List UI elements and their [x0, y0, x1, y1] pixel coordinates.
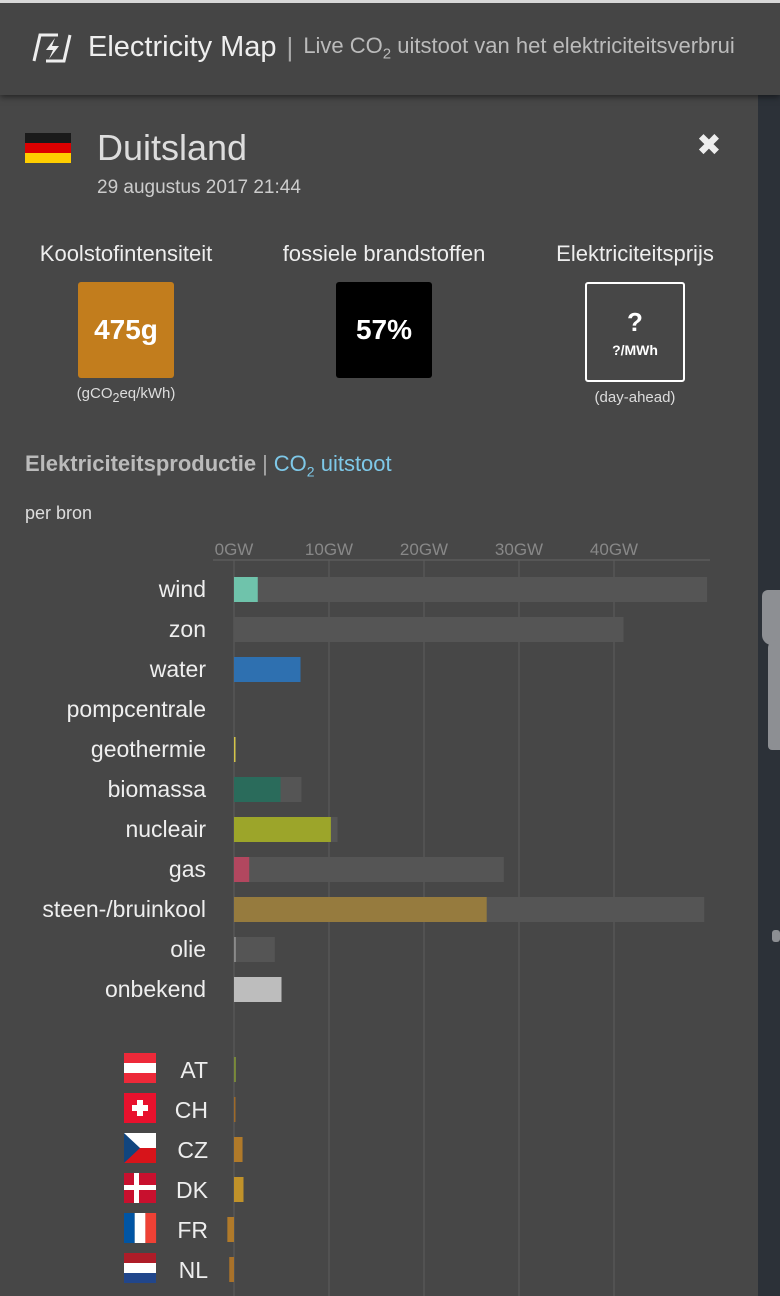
production-bar[interactable] [234, 857, 250, 882]
app-title[interactable]: Electricity Map [88, 31, 277, 64]
map-land [772, 930, 780, 942]
capacity-bar[interactable] [234, 857, 504, 882]
flag-part [124, 1063, 156, 1073]
exchange-label-fr: FR [177, 1217, 208, 1243]
exchange-bar[interactable] [227, 1217, 234, 1242]
production-bar[interactable] [234, 977, 282, 1002]
source-label-onbekend: onbekend [105, 976, 206, 1002]
at-flag-icon [124, 1053, 156, 1063]
source-label-gas: gas [169, 856, 206, 882]
source-label-olie: olie [170, 936, 206, 962]
source-label-nucleair: nucleair [125, 816, 206, 842]
exchange-bar[interactable] [234, 1097, 236, 1122]
x-tick-label: 30GW [495, 540, 543, 559]
exchange-label-at: AT [180, 1057, 208, 1083]
flag-part [124, 1185, 156, 1190]
exchange-label-nl: NL [179, 1257, 209, 1283]
flag-part [124, 1073, 156, 1083]
exchange-label-cz: CZ [177, 1137, 208, 1163]
exchange-bar[interactable] [234, 1177, 244, 1202]
production-bar[interactable] [234, 577, 258, 602]
app-subtitle: Live CO2 uitstoot van het elektriciteits… [303, 32, 735, 63]
source-label-biomassa: biomassa [108, 776, 207, 802]
capacity-bar[interactable] [234, 937, 275, 962]
flag-part [124, 1273, 156, 1283]
source-label-geothermie: geothermie [91, 736, 206, 762]
exchange-bar[interactable] [234, 1137, 243, 1162]
map-view[interactable] [758, 95, 780, 1296]
title-separator: | [286, 32, 294, 62]
flag-part [124, 1263, 156, 1273]
production-bar[interactable] [234, 777, 281, 802]
x-tick-label: 20GW [400, 540, 448, 559]
x-tick-label: 40GW [590, 540, 638, 559]
source-label-pompcentrale: pompcentrale [67, 696, 206, 722]
source-label-steenbruinkool: steen-/bruinkool [42, 896, 206, 922]
flag-part [134, 1213, 146, 1243]
production-bar[interactable] [234, 737, 236, 762]
exchange-label-ch: CH [175, 1097, 208, 1123]
map-land [768, 640, 780, 750]
fr-flag-icon [124, 1213, 135, 1243]
exchange-bar[interactable] [229, 1257, 234, 1282]
flag-part [132, 1105, 148, 1111]
logo-icon[interactable] [30, 31, 74, 65]
nl-flag-icon [124, 1253, 156, 1263]
production-bar[interactable] [234, 937, 236, 962]
capacity-bar[interactable] [234, 617, 624, 642]
exchange-label-dk: DK [176, 1177, 209, 1203]
map-land [762, 590, 780, 645]
capacity-bar[interactable] [234, 577, 708, 602]
source-label-zon: zon [169, 616, 206, 642]
production-bar[interactable] [234, 657, 301, 682]
x-tick-label: 0GW [215, 540, 254, 559]
exchange-bar[interactable] [234, 1057, 236, 1082]
source-label-wind: wind [158, 576, 206, 602]
top-bar: Electricity Map | Live CO2 uitstoot van … [0, 0, 780, 95]
source-label-water: water [149, 656, 207, 682]
x-tick-label: 10GW [305, 540, 353, 559]
production-chart: 0GW 10GW 20GW 30GW 40GW wind zon water pompcentr… [42, 540, 710, 1296]
production-bar[interactable] [234, 897, 487, 922]
production-bar[interactable] [234, 817, 331, 842]
flag-part [145, 1213, 157, 1243]
country-panel: Duitsland 29 augustus 2017 21:44 ✖ Kools… [0, 95, 758, 1296]
